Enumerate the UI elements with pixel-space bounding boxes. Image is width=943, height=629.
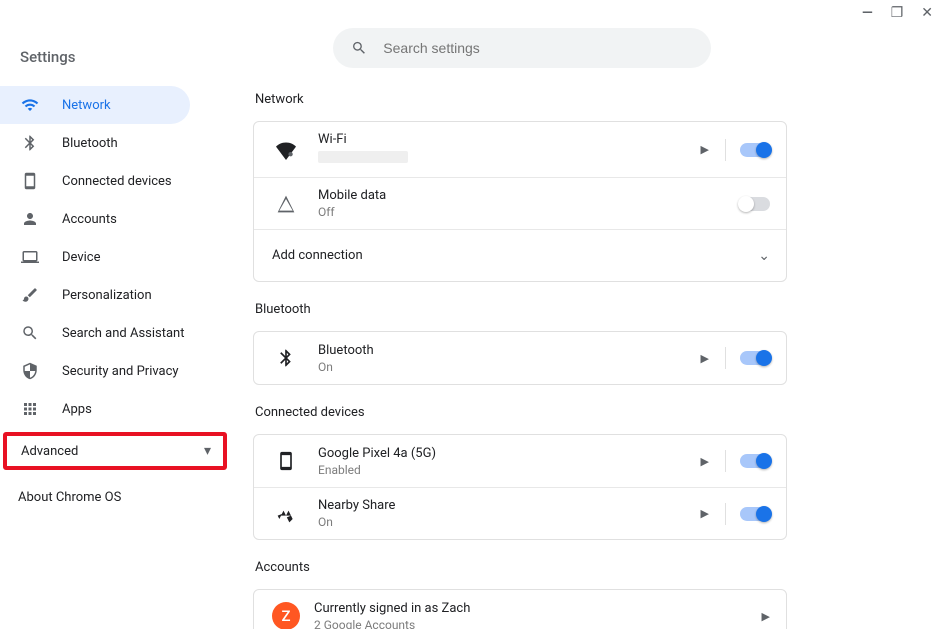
search-icon bbox=[351, 39, 367, 57]
bluetooth-subtitle: On bbox=[318, 360, 697, 374]
bluetooth-row[interactable]: Bluetooth On ▶ bbox=[254, 332, 786, 384]
bluetooth-title: Bluetooth bbox=[318, 343, 697, 358]
settings-title: Settings bbox=[0, 38, 235, 86]
wifi-toggle[interactable] bbox=[740, 143, 770, 157]
sidebar-item-label: Network bbox=[62, 98, 111, 113]
add-connection-row[interactable]: Add connection ⌄ bbox=[254, 229, 786, 281]
sidebar-item-label: Accounts bbox=[62, 212, 117, 227]
advanced-toggle[interactable]: Advanced ▾ bbox=[3, 432, 227, 470]
search-input[interactable] bbox=[383, 40, 693, 56]
mobile-data-title: Mobile data bbox=[318, 188, 740, 203]
sidebar-item-label: Device bbox=[62, 250, 101, 265]
section-connected-label: Connected devices bbox=[255, 405, 913, 420]
about-chrome-os[interactable]: About Chrome OS bbox=[0, 478, 235, 516]
device-icon bbox=[20, 172, 40, 190]
phone-row[interactable]: Google Pixel 4a (5G) Enabled ▶ bbox=[254, 435, 786, 487]
mobile-data-toggle[interactable] bbox=[740, 197, 770, 211]
sidebar-item-label: Security and Privacy bbox=[62, 364, 179, 379]
wifi-ssid-redacted bbox=[318, 151, 408, 163]
brush-icon bbox=[20, 286, 40, 304]
chevron-down-icon: ▾ bbox=[204, 443, 211, 459]
bluetooth-icon bbox=[272, 348, 300, 368]
sidebar-item-security-privacy[interactable]: Security and Privacy bbox=[0, 352, 190, 390]
sidebar-item-label: Personalization bbox=[62, 288, 152, 303]
account-subtitle: 2 Google Accounts bbox=[314, 618, 758, 629]
apps-icon bbox=[20, 400, 40, 418]
search-settings[interactable] bbox=[333, 28, 711, 68]
chevron-right-icon: ▶ bbox=[701, 507, 709, 520]
nearby-share-row[interactable]: Nearby Share On ▶ bbox=[254, 487, 786, 539]
mobile-data-row[interactable]: Mobile data Off bbox=[254, 177, 786, 229]
bluetooth-card: Bluetooth On ▶ bbox=[253, 331, 787, 385]
chevron-down-icon: ⌄ bbox=[758, 248, 770, 264]
section-network-label: Network bbox=[255, 92, 913, 107]
network-card: Wi-Fi ▶ Mobile data Off Add connection ⌄ bbox=[253, 121, 787, 282]
search-icon bbox=[20, 324, 40, 342]
chevron-right-icon: ▶ bbox=[701, 352, 709, 365]
bluetooth-icon bbox=[20, 134, 40, 152]
main-content: Network Wi-Fi ▶ Mobile data Off bbox=[235, 0, 943, 629]
avatar: Z bbox=[272, 602, 300, 629]
account-row[interactable]: Z Currently signed in as Zach 2 Google A… bbox=[254, 590, 786, 629]
chevron-right-icon: ▶ bbox=[762, 610, 770, 623]
sidebar-item-label: Apps bbox=[62, 402, 92, 417]
add-connection-label: Add connection bbox=[272, 248, 363, 263]
close-button[interactable]: ✕ bbox=[921, 6, 933, 20]
accounts-card: Z Currently signed in as Zach 2 Google A… bbox=[253, 589, 787, 629]
sidebar-item-label: Connected devices bbox=[62, 174, 172, 189]
restore-button[interactable]: ❐ bbox=[891, 6, 904, 20]
sidebar-item-search-assistant[interactable]: Search and Assistant bbox=[0, 314, 190, 352]
phone-subtitle: Enabled bbox=[318, 463, 697, 477]
bluetooth-toggle[interactable] bbox=[740, 351, 770, 365]
sidebar-item-label: Bluetooth bbox=[62, 136, 118, 151]
sidebar-item-personalization[interactable]: Personalization bbox=[0, 276, 190, 314]
connected-devices-card: Google Pixel 4a (5G) Enabled ▶ Nearby Sh… bbox=[253, 434, 787, 540]
section-accounts-label: Accounts bbox=[255, 560, 913, 575]
person-icon bbox=[20, 210, 40, 228]
phone-icon bbox=[272, 451, 300, 471]
sidebar-item-accounts[interactable]: Accounts bbox=[0, 200, 190, 238]
minimize-button[interactable]: — bbox=[862, 6, 873, 20]
wifi-icon bbox=[20, 96, 40, 114]
laptop-icon bbox=[20, 248, 40, 266]
chevron-right-icon: ▶ bbox=[701, 455, 709, 468]
nearby-share-subtitle: On bbox=[318, 515, 697, 529]
mobile-data-subtitle: Off bbox=[318, 205, 740, 219]
section-bluetooth-label: Bluetooth bbox=[255, 302, 913, 317]
sidebar: Settings Network Bluetooth Connected dev… bbox=[0, 0, 235, 629]
sidebar-item-connected-devices[interactable]: Connected devices bbox=[0, 162, 190, 200]
advanced-label: Advanced bbox=[21, 444, 78, 459]
sidebar-item-bluetooth[interactable]: Bluetooth bbox=[0, 124, 190, 162]
shield-icon bbox=[20, 362, 40, 380]
nearby-share-icon bbox=[272, 504, 300, 524]
phone-toggle[interactable] bbox=[740, 454, 770, 468]
nearby-share-title: Nearby Share bbox=[318, 498, 697, 513]
wifi-row[interactable]: Wi-Fi ▶ bbox=[254, 122, 786, 177]
sidebar-item-label: Search and Assistant bbox=[62, 326, 185, 341]
nearby-share-toggle[interactable] bbox=[740, 507, 770, 521]
signal-icon bbox=[272, 194, 300, 214]
phone-title: Google Pixel 4a (5G) bbox=[318, 446, 697, 461]
wifi-icon bbox=[272, 140, 300, 160]
chevron-right-icon: ▶ bbox=[701, 143, 709, 156]
account-title: Currently signed in as Zach bbox=[314, 601, 758, 616]
wifi-title: Wi-Fi bbox=[318, 132, 697, 147]
sidebar-item-apps[interactable]: Apps bbox=[0, 390, 190, 428]
sidebar-item-network[interactable]: Network bbox=[0, 86, 190, 124]
sidebar-item-device[interactable]: Device bbox=[0, 238, 190, 276]
